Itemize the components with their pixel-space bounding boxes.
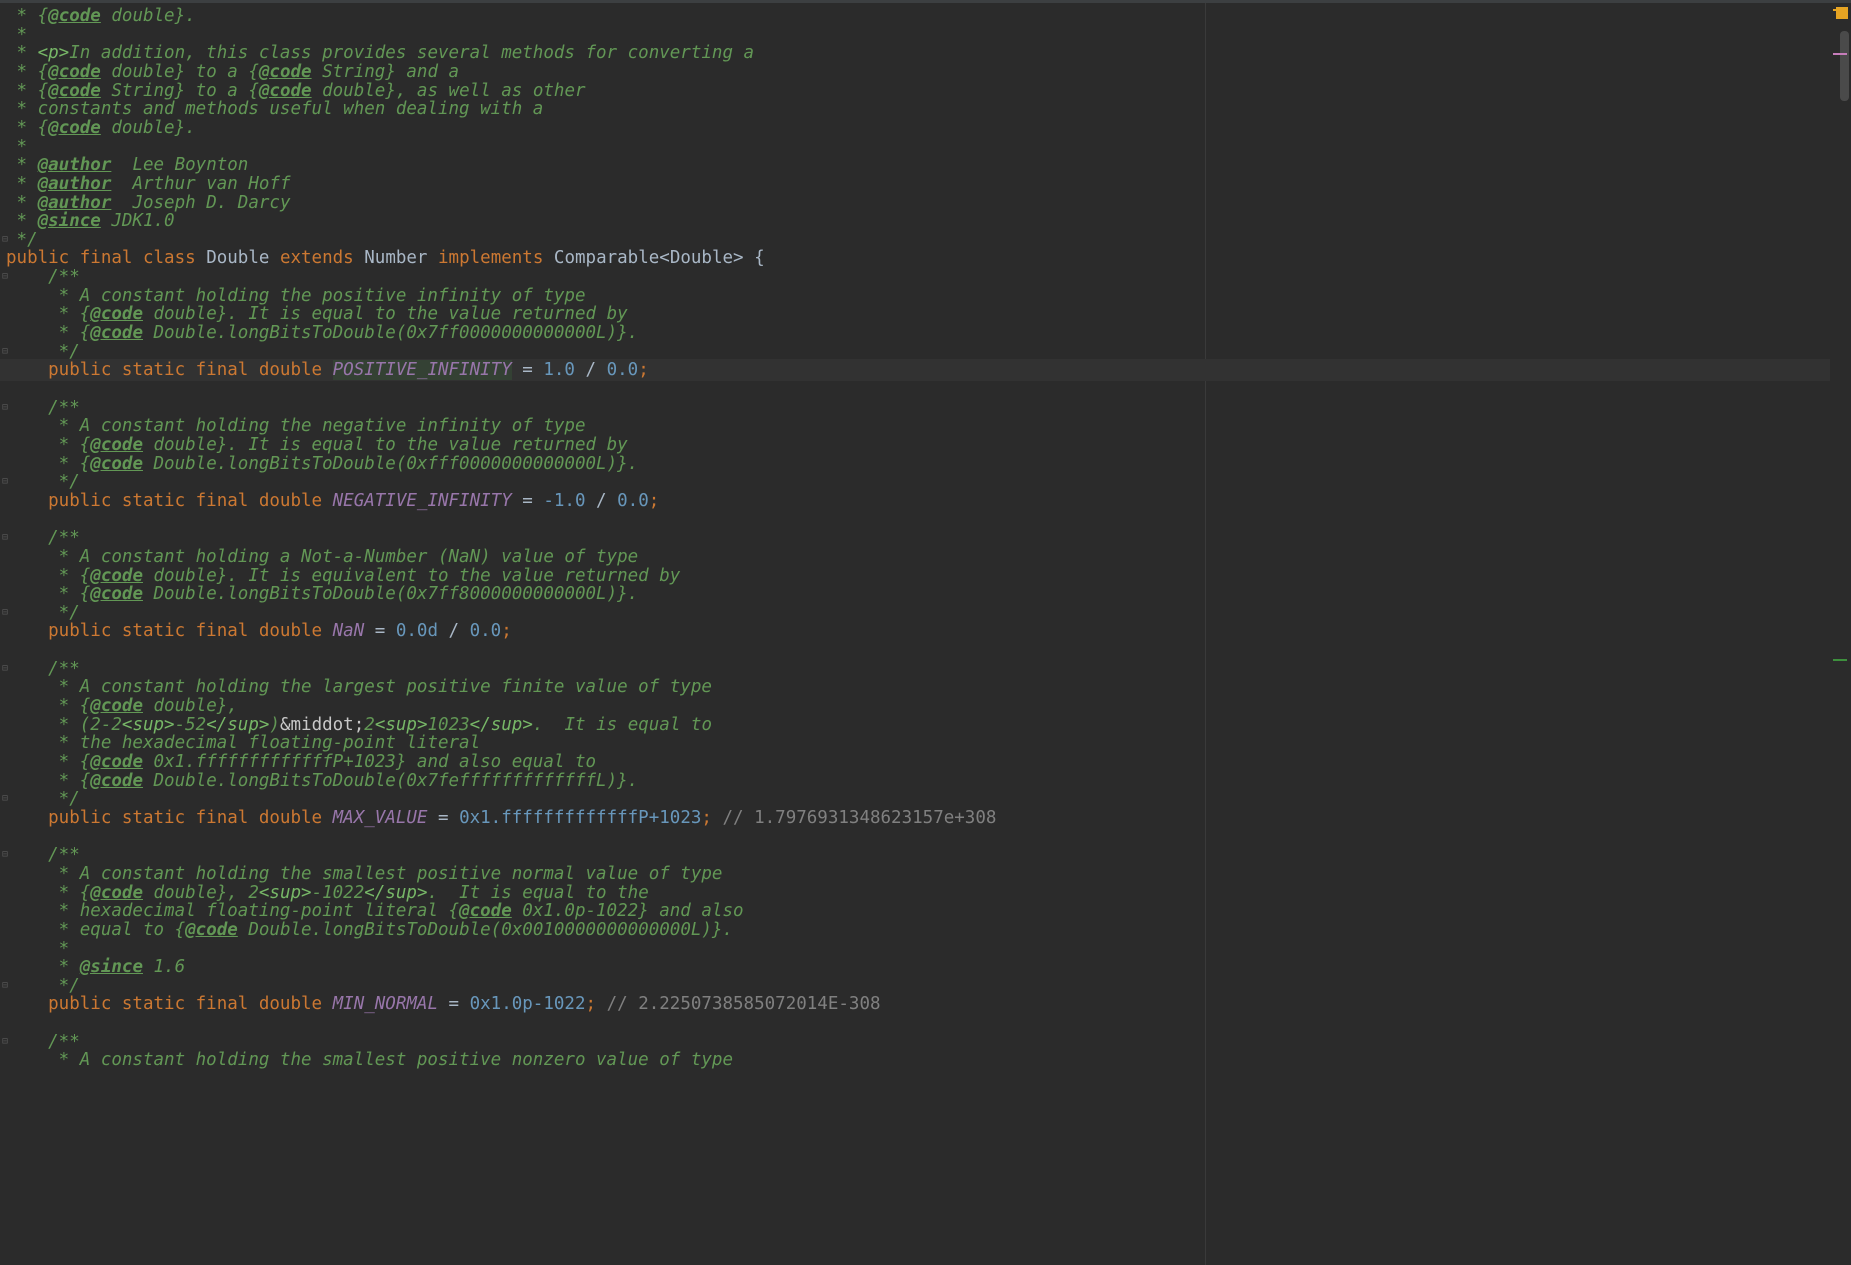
code-area[interactable]: * {@code double}. * * <p>In addition, th… — [0, 0, 1830, 1265]
code-line-text: * A constant holding the smallest positi… — [6, 1049, 733, 1071]
scrollbar-change-marker[interactable] — [1833, 659, 1847, 661]
code-line[interactable]: * A constant holding the smallest positi… — [0, 1049, 1830, 1071]
vertical-scrollbar[interactable] — [1830, 3, 1851, 1265]
code-editor[interactable]: * {@code double}. * * <p>In addition, th… — [0, 0, 1851, 1265]
code-token: * A constant holding the smallest positi… — [6, 1050, 733, 1071]
scrollbar-todo-marker[interactable] — [1833, 53, 1847, 55]
scrollbar-thumb[interactable] — [1840, 31, 1849, 101]
scrollbar-warning-marker[interactable] — [1833, 9, 1847, 11]
